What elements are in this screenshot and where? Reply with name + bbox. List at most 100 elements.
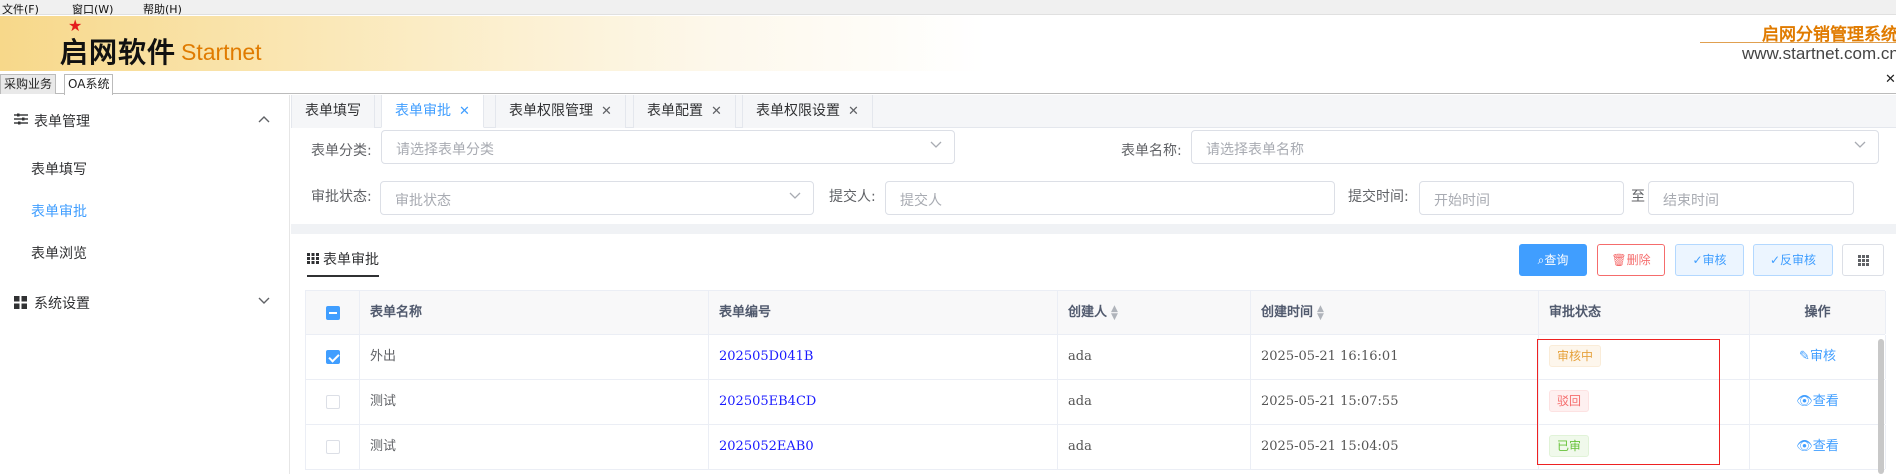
column-header-form-name: 表单名称 [360,291,709,334]
sidebar: 表单管理 表单填写 表单审批 表单浏览 系统设置 [0,95,290,474]
tab-form-config[interactable]: 表单配置 ✕ [633,95,736,128]
delete-button[interactable]: 🗑删除 [1597,244,1665,276]
category-placeholder: 请选择表单分类 [396,142,494,158]
close-icon[interactable]: ✕ [848,104,859,119]
cell-action: 👁查看 [1750,380,1886,424]
audit-link[interactable]: ✎审核 [1799,349,1836,364]
start-time-placeholder: 开始时间 [1434,193,1490,209]
table-header: 表单名称 表单编号 创建人 ▲ ▼ 创建时间 ▲ ▼ 审批状态 操作 [306,291,1886,335]
cell-form-name: 测试 [360,380,709,424]
menu-window[interactable]: 窗口(W) [72,1,113,17]
cell-create-time: 2025-05-21 15:07:55 [1251,380,1539,424]
chevron-down-icon [258,294,270,308]
app-tab-oa[interactable]: OA系统 [64,74,114,95]
sidebar-group-label: 系统设置 [34,296,90,312]
close-icon[interactable]: ✕ [459,104,470,119]
submitter-placeholder: 提交人 [900,193,942,209]
name-select[interactable]: 请选择表单名称 [1191,130,1879,164]
cell-create-time: 2025-05-21 15:04:05 [1251,425,1539,469]
check-icon: ✓ [1769,253,1781,267]
column-header-create-time[interactable]: 创建时间 ▲ ▼ [1251,291,1539,334]
table-row[interactable]: 测试 2025052EAB0 ada 2025-05-21 15:04:05 已… [306,425,1886,470]
page-tab-bar: 表单填写 表单审批 ✕ 表单权限管理 ✕ 表单配置 ✕ 表单权限设置 ✕ [291,95,1896,128]
category-label: 表单分类: [311,143,372,159]
edit-icon: ✎ [1799,349,1810,364]
vertical-scrollbar[interactable] [1878,339,1884,474]
cell-form-code[interactable]: 2025052EAB0 [709,425,1058,469]
sidebar-group-form-management[interactable]: 表单管理 [0,95,290,145]
select-all-checkbox[interactable] [325,305,340,320]
range-separator: 至 [1631,189,1645,205]
app-tab-purchase[interactable]: 采购业务 [0,74,57,94]
card-title-text: 表单审批 [323,252,379,268]
tab-form-permission-management[interactable]: 表单权限管理 ✕ [495,95,626,128]
sort-icon[interactable]: ▲ ▼ [1111,304,1118,321]
trash-icon: 🗑 [1611,253,1627,267]
sidebar-item-form-fill[interactable]: 表单填写 [0,149,290,191]
row-checkbox[interactable] [325,349,340,364]
start-time-input[interactable]: 开始时间 [1419,181,1624,215]
view-link[interactable]: 👁查看 [1796,394,1839,409]
cell-status: 审核中 [1539,335,1750,379]
cell-status: 驳回 [1539,380,1750,424]
menu-help[interactable]: 帮助(H) [143,1,182,17]
menu-bar: 文件(F) 窗口(W) 帮助(H) [0,0,1896,17]
sidebar-item-form-approval[interactable]: 表单审批 [0,191,290,233]
sidebar-item-form-browse[interactable]: 表单浏览 [0,233,290,275]
table-row[interactable]: 测试 202505EB4CD ada 2025-05-21 15:07:55 驳… [306,380,1886,425]
table-row[interactable]: 外出 202505D041B ada 2025-05-21 16:16:01 审… [306,335,1886,380]
status-badge: 已审 [1549,435,1590,457]
close-icon[interactable]: ✕ [1885,72,1896,87]
section-divider [291,224,1896,234]
eye-icon: 👁 [1796,439,1813,454]
name-label: 表单名称: [1121,143,1182,159]
website-url: www.startnet.com.cn [1742,44,1896,63]
app-tab-bar: 采购业务 OA系统 ✕ [0,72,1896,95]
row-select-cell [306,335,360,379]
column-header-creator[interactable]: 创建人 ▲ ▼ [1058,291,1251,334]
tab-label: 表单权限设置 [756,103,840,119]
audit-button-label: 审核 [1702,253,1727,267]
sort-icon[interactable]: ▲ ▼ [1317,304,1324,321]
column-header-label: 创建时间 [1261,305,1314,320]
row-checkbox[interactable] [325,439,340,454]
close-icon[interactable]: ✕ [601,104,612,119]
filter-panel: 表单分类: 请选择表单分类 表单名称: 请选择表单名称 审批状态: 审批状态 提… [291,129,1896,224]
status-badge: 驳回 [1549,390,1590,412]
cell-form-code[interactable]: 202505D041B [709,335,1058,379]
tab-form-permission-settings[interactable]: 表单权限设置 ✕ [742,95,873,128]
column-header-form-code: 表单编号 [709,291,1058,334]
category-select[interactable]: 请选择表单分类 [381,130,955,164]
end-time-input[interactable]: 结束时间 [1648,181,1854,215]
tab-label: 表单配置 [647,103,703,119]
submitter-label: 提交人: [829,189,876,205]
logo-text: 启网软件 [60,36,177,69]
tab-form-approval[interactable]: 表单审批 ✕ [381,95,484,128]
audit-button[interactable]: ✓审核 [1675,244,1744,276]
row-checkbox[interactable] [325,394,340,409]
cell-create-time: 2025-05-21 16:16:01 [1251,335,1539,379]
status-select[interactable]: 审批状态 [380,181,814,215]
cell-action: 👁查看 [1750,425,1886,469]
cell-form-code[interactable]: 202505EB4CD [709,380,1058,424]
action-label: 查看 [1812,394,1839,409]
column-settings-button[interactable] [1842,244,1884,276]
grid-icon [307,252,319,268]
logo-english: Startnet [181,39,262,65]
query-button[interactable]: ⌕查询 [1519,244,1587,276]
select-all-cell [306,291,360,334]
view-link[interactable]: 👁查看 [1796,439,1839,454]
chevron-down-icon [789,189,801,203]
tab-form-fill[interactable]: 表单填写 [291,95,375,128]
sliders-icon [14,113,28,129]
approval-table: 表单名称 表单编号 创建人 ▲ ▼ 创建时间 ▲ ▼ 审批状态 操作 外出 202505… [305,290,1886,470]
submitter-input[interactable]: 提交人 [885,181,1335,215]
close-icon[interactable]: ✕ [711,104,722,119]
unaudit-button-label: 反审核 [1780,253,1817,267]
status-badge: 审核中 [1549,345,1602,367]
sidebar-group-system-settings[interactable]: 系统设置 [0,277,290,327]
cell-form-name: 外出 [360,335,709,379]
card-title: 表单审批 [307,249,379,277]
unaudit-button[interactable]: ✓反审核 [1753,244,1833,276]
menu-file[interactable]: 文件(F) [2,1,39,17]
